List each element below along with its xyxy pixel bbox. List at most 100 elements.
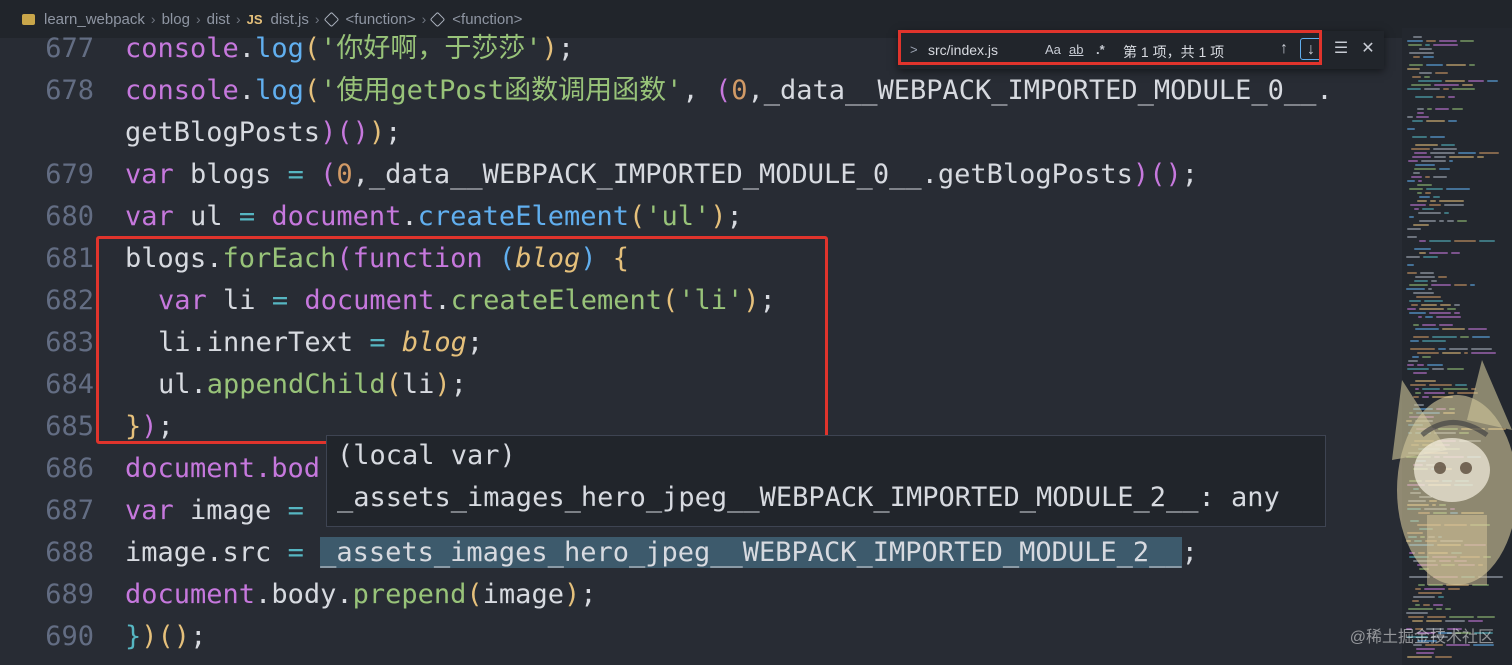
minimap-line — [1418, 316, 1422, 318]
minimap-line — [1425, 44, 1430, 46]
minimap-line — [1418, 180, 1422, 182]
minimap-line — [1433, 196, 1440, 198]
minimap-line — [1413, 336, 1429, 338]
minimap-line — [1470, 284, 1475, 286]
minimap-line — [1407, 68, 1420, 70]
minimap-line — [1446, 64, 1466, 66]
minimap-line — [1454, 240, 1476, 242]
minimap-line — [1415, 96, 1433, 98]
minimap-line — [1451, 252, 1460, 254]
minimap-line — [1409, 216, 1414, 218]
minimap-line — [1443, 88, 1449, 90]
minimap-line — [1429, 252, 1448, 254]
chevron-right-icon: › — [235, 11, 241, 27]
minimap-line — [1407, 128, 1415, 130]
minimap-line — [1469, 64, 1475, 66]
minimap-line — [1460, 40, 1474, 42]
minimap-line — [1407, 308, 1416, 310]
tooltip-signature: _assets_images_hero_jpeg__WEBPACK_IMPORT… — [337, 482, 1280, 513]
minimap-line — [1449, 156, 1474, 158]
line-number: 679 — [45, 159, 94, 190]
minimap-line — [1419, 240, 1426, 242]
minimap-line — [1426, 620, 1442, 622]
minimap-line — [1411, 304, 1418, 306]
breadcrumb-function-label: <function> — [345, 10, 416, 28]
breadcrumb-item-dist[interactable]: dist — [207, 11, 230, 28]
minimap-line — [1472, 336, 1490, 338]
minimap-line — [1444, 212, 1449, 214]
minimap-line — [1412, 76, 1421, 78]
minimap-line — [1427, 108, 1432, 110]
minimap-line — [1406, 288, 1425, 290]
line-number: 677 — [45, 33, 94, 64]
minimap-line — [1411, 176, 1422, 178]
minimap-line — [1414, 168, 1436, 170]
minimap-line — [1419, 48, 1432, 50]
code-text: var blogs = (0,_data__WEBPACK_IMPORTED_M… — [125, 159, 1198, 190]
minimap-line — [1418, 212, 1441, 214]
highlight-box-foreach — [96, 236, 828, 444]
minimap-line — [1417, 108, 1424, 110]
line-number: 683 — [45, 327, 94, 358]
minimap-line — [1468, 328, 1487, 330]
minimap-line — [1409, 284, 1428, 286]
minimap-line — [1408, 160, 1418, 162]
minimap-line — [1439, 324, 1453, 326]
minimap-line — [1412, 156, 1431, 158]
minimap-line — [1414, 248, 1431, 250]
minimap-line — [1439, 220, 1444, 222]
minimap-line — [1412, 120, 1423, 122]
minimap-line — [1452, 88, 1475, 90]
minimap-line — [1441, 144, 1455, 146]
minimap-line — [1415, 276, 1435, 278]
minimap-line — [1448, 96, 1455, 98]
line-number: 685 — [45, 411, 94, 442]
minimap-line — [1438, 276, 1447, 278]
breadcrumb-item-function[interactable]: <function> — [430, 11, 522, 28]
minimap-line — [1408, 616, 1424, 618]
folder-icon — [22, 13, 35, 25]
chevron-right-icon: › — [195, 11, 201, 27]
minimap-line — [1422, 208, 1434, 210]
minimap-line — [1407, 88, 1421, 90]
watermark: @稀土掘金技术社区 — [1349, 629, 1494, 646]
minimap-line — [1407, 228, 1421, 230]
find-in-selection-icon[interactable]: ☰ — [1330, 38, 1352, 60]
minimap-line — [1407, 656, 1432, 658]
minimap-line — [1412, 620, 1423, 622]
minimap-line — [1454, 284, 1467, 286]
minimap-line — [1424, 300, 1443, 302]
minimap-line — [1413, 36, 1422, 38]
code-text: document.body.prepend(image); — [125, 579, 597, 610]
breadcrumb-item-blog[interactable]: blog — [162, 11, 190, 28]
minimap-line — [1424, 76, 1430, 78]
minimap-line — [1447, 308, 1456, 310]
minimap-line — [1430, 152, 1455, 154]
minimap-line — [1449, 160, 1453, 162]
minimap-line — [1413, 292, 1434, 294]
minimap-line — [1428, 288, 1432, 290]
minimap-line — [1413, 224, 1429, 226]
minimap-line — [1445, 620, 1465, 622]
breadcrumb-folder-label: learn_webpack — [44, 10, 145, 28]
minimap-line — [1407, 180, 1415, 182]
chevron-right-icon: › — [314, 11, 320, 27]
minimap-line — [1432, 336, 1457, 338]
code-text: console.log('你好啊，于莎莎'); — [125, 33, 575, 64]
minimap-line — [1477, 616, 1495, 618]
minimap-line — [1421, 304, 1437, 306]
breadcrumb-file-label: dist.js — [270, 10, 309, 28]
minimap-line — [1411, 148, 1430, 150]
line-number: 690 — [45, 621, 94, 652]
minimap-line — [1413, 172, 1420, 174]
breadcrumb-item-file[interactable]: JS dist.js — [247, 11, 309, 28]
minimap-line — [1409, 300, 1421, 302]
code-text: })(); — [125, 621, 207, 652]
minimap-line — [1410, 204, 1426, 206]
close-icon[interactable]: ✕ — [1357, 38, 1379, 60]
minimap-line — [1426, 64, 1443, 66]
breadcrumb-item-function[interactable]: <function> — [323, 10, 416, 28]
breadcrumb-item-learn-webpack[interactable]: learn_webpack — [22, 11, 145, 28]
minimap-line — [1460, 336, 1469, 338]
minimap-line — [1417, 200, 1427, 202]
